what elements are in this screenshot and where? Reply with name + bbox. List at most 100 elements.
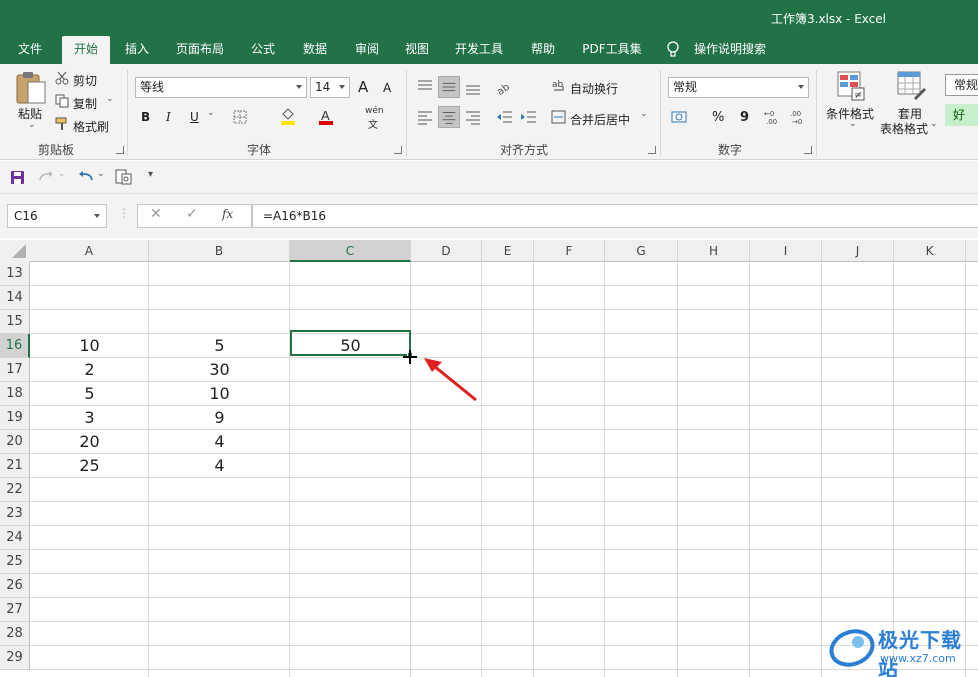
tab-review[interactable]: 审阅	[346, 36, 388, 64]
row-header-20[interactable]: 20	[0, 430, 30, 454]
row-header-26[interactable]: 26	[0, 574, 30, 598]
cut-button[interactable]: 剪切	[73, 72, 97, 89]
cell-a20[interactable]: 20	[30, 430, 149, 454]
row-header-28[interactable]: 28	[0, 622, 30, 646]
row-header-14[interactable]: 14	[0, 286, 30, 310]
column-header-j[interactable]: J	[822, 240, 894, 262]
paste-icon[interactable]	[14, 70, 48, 106]
clipboard-launcher-icon[interactable]	[116, 146, 124, 154]
font-size-select[interactable]: 14	[310, 77, 350, 98]
percent-style-button[interactable]: %	[712, 110, 724, 125]
row-header-19[interactable]: 19	[0, 406, 30, 430]
alignment-launcher-icon[interactable]	[648, 146, 656, 154]
align-right-icon[interactable]	[462, 106, 484, 128]
underline-dropdown-icon[interactable]: ⌄	[207, 108, 215, 118]
cell-b20[interactable]: 4	[149, 430, 290, 454]
column-header-c[interactable]: C	[290, 240, 411, 262]
decrease-indent-icon[interactable]	[494, 106, 516, 128]
underline-button[interactable]: U	[190, 110, 199, 124]
wrap-text-button[interactable]: 自动换行	[570, 80, 618, 97]
conditional-dropdown-icon[interactable]: ⌄	[849, 119, 857, 129]
fill-color-icon[interactable]	[280, 108, 296, 126]
number-format-select[interactable]: 常规	[668, 77, 809, 98]
row-header-23[interactable]: 23	[0, 502, 30, 526]
row-header-21[interactable]: 21	[0, 454, 30, 478]
cell-a21[interactable]: 25	[30, 454, 149, 478]
table-dropdown-icon[interactable]: ⌄	[930, 119, 938, 129]
print-preview-icon[interactable]	[115, 169, 133, 185]
align-center-button[interactable]	[438, 106, 460, 128]
select-all-icon[interactable]	[0, 240, 30, 262]
grow-font-button[interactable]: A	[358, 78, 368, 96]
cell-b16[interactable]: 5	[149, 334, 290, 358]
cancel-icon[interactable]: ✕	[150, 206, 162, 222]
cell-b19[interactable]: 9	[149, 406, 290, 430]
bold-button[interactable]: B	[141, 110, 150, 124]
comma-style-button[interactable]: 9	[740, 110, 749, 125]
name-box-dropdown-icon[interactable]	[94, 214, 100, 218]
align-top-icon[interactable]	[414, 76, 436, 98]
row-header-15[interactable]: 15	[0, 310, 30, 334]
row-header-25[interactable]: 25	[0, 550, 30, 574]
cell-a19[interactable]: 3	[30, 406, 149, 430]
align-middle-button[interactable]	[438, 76, 460, 98]
tab-insert[interactable]: 插入	[116, 36, 158, 64]
cell-a16[interactable]: 10	[30, 334, 149, 358]
tab-view[interactable]: 视图	[396, 36, 438, 64]
merge-dropdown-icon[interactable]: ⌄	[640, 109, 648, 119]
column-header-a[interactable]: A	[30, 240, 149, 262]
tab-file[interactable]: 文件	[8, 36, 52, 64]
merge-center-button[interactable]: 合并后居中	[570, 111, 630, 128]
borders-icon[interactable]	[233, 110, 247, 124]
style-normal[interactable]: 常规	[945, 74, 978, 96]
tab-pdf-tools[interactable]: PDF工具集	[576, 36, 648, 64]
copy-dropdown-icon[interactable]: ⌄	[106, 94, 114, 104]
save-icon[interactable]	[10, 170, 25, 185]
tab-developer[interactable]: 开发工具	[448, 36, 510, 64]
font-name-select[interactable]: 等线	[135, 77, 307, 98]
decrease-decimal-icon[interactable]: .00→0	[789, 108, 809, 126]
font-color-icon[interactable]: A	[318, 108, 334, 126]
row-header-17[interactable]: 17	[0, 358, 30, 382]
redo-icon[interactable]	[37, 170, 55, 184]
cell-a17[interactable]: 2	[30, 358, 149, 382]
tab-page-layout[interactable]: 页面布局	[168, 36, 232, 64]
row-header-18[interactable]: 18	[0, 382, 30, 406]
tab-help[interactable]: 帮助	[522, 36, 564, 64]
cell-b21[interactable]: 4	[149, 454, 290, 478]
customize-qat-icon[interactable]: ▾	[148, 169, 153, 180]
accounting-format-icon[interactable]	[671, 109, 691, 125]
row-header-27[interactable]: 27	[0, 598, 30, 622]
style-good[interactable]: 好	[945, 104, 978, 126]
insert-function-button[interactable]: fx	[222, 207, 233, 221]
format-painter-button[interactable]: 格式刷	[73, 118, 109, 135]
row-header-29[interactable]: 29	[0, 646, 30, 670]
increase-indent-icon[interactable]	[518, 106, 540, 128]
cell-b17[interactable]: 30	[149, 358, 290, 382]
tell-me-search[interactable]: 操作说明搜索	[688, 36, 772, 64]
number-launcher-icon[interactable]	[804, 146, 812, 154]
format-as-table-line2[interactable]: 表格格式	[880, 120, 928, 137]
orientation-icon[interactable]: ab	[494, 76, 516, 98]
row-header-16[interactable]: 16	[0, 334, 30, 358]
font-launcher-icon[interactable]	[394, 146, 402, 154]
row-header-22[interactable]: 22	[0, 478, 30, 502]
row-header-24[interactable]: 24	[0, 526, 30, 550]
redo-dropdown-icon[interactable]: ⌄	[58, 169, 66, 179]
cell-b18[interactable]: 10	[149, 382, 290, 406]
column-header-e[interactable]: E	[482, 240, 534, 262]
tab-home[interactable]: 开始	[62, 36, 110, 64]
column-header-f[interactable]: F	[534, 240, 605, 262]
italic-button[interactable]: I	[166, 110, 171, 124]
name-box[interactable]: C16	[7, 204, 107, 228]
align-left-icon[interactable]	[414, 106, 436, 128]
column-header-i[interactable]: I	[750, 240, 822, 262]
undo-dropdown-icon[interactable]: ⌄	[97, 169, 105, 179]
tab-formulas[interactable]: 公式	[242, 36, 284, 64]
tab-data[interactable]: 数据	[294, 36, 336, 64]
column-header-d[interactable]: D	[411, 240, 482, 262]
formula-input[interactable]: =A16*B16	[252, 204, 978, 228]
shrink-font-button[interactable]: A	[383, 81, 391, 95]
enter-icon[interactable]: ✓	[186, 206, 198, 222]
copy-button[interactable]: 复制	[73, 95, 97, 112]
